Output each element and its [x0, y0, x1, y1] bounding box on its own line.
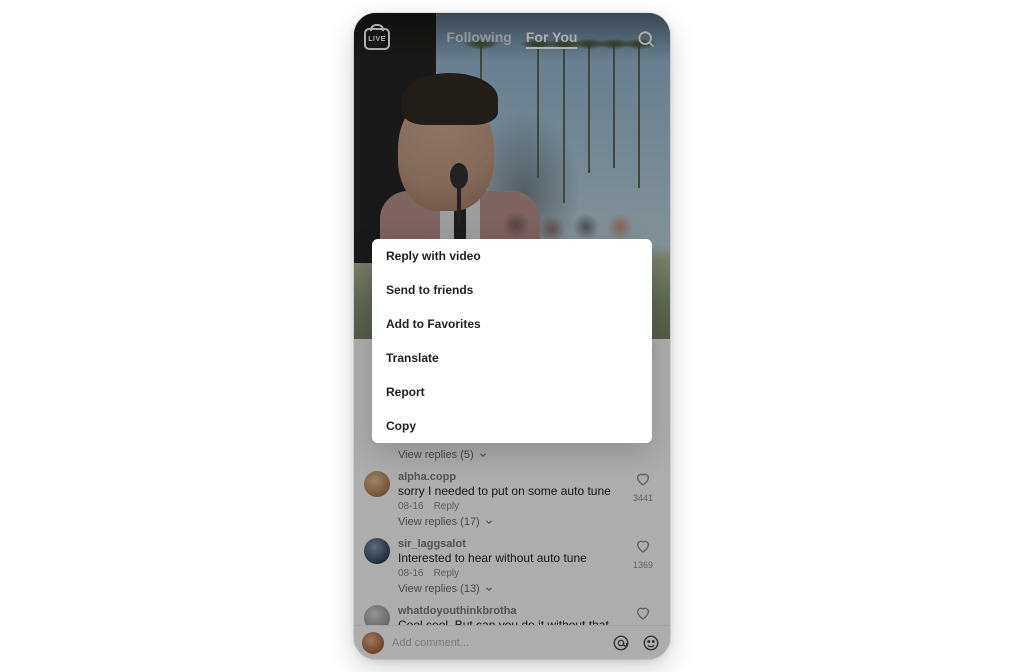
menu-item-translate[interactable]: Translate [372, 341, 652, 375]
action-menu: Reply with video Send to friends Add to … [372, 239, 652, 443]
menu-item-reply-with-video[interactable]: Reply with video [372, 239, 652, 273]
menu-item-send-to-friends[interactable]: Send to friends [372, 273, 652, 307]
menu-item-copy[interactable]: Copy [372, 409, 652, 443]
menu-item-report[interactable]: Report [372, 375, 652, 409]
menu-item-add-to-favorites[interactable]: Add to Favorites [372, 307, 652, 341]
phone-frame: LIVE Following For You View replies (5) [354, 13, 670, 659]
